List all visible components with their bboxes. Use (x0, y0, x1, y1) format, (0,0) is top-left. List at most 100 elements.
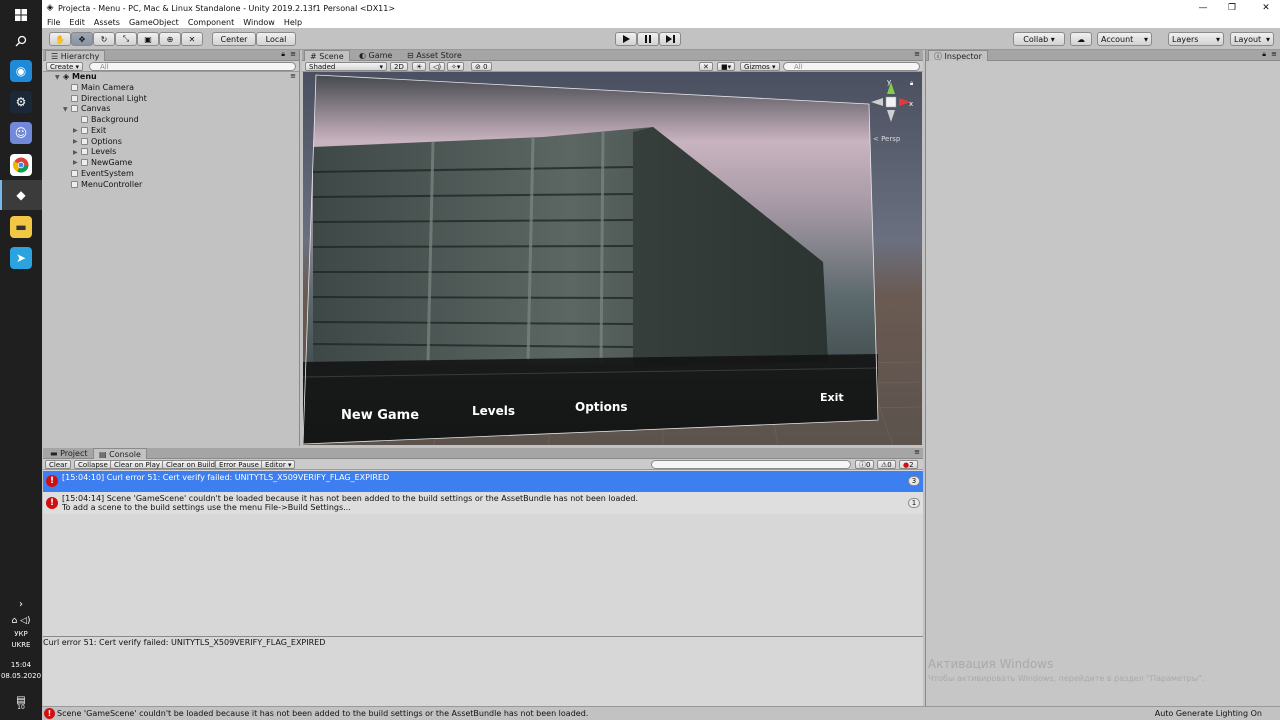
hidden-objects-toggle[interactable]: ⊘ 0 (471, 62, 492, 71)
expand-exit-icon[interactable]: ▶ (73, 127, 78, 134)
auto-lighting-status[interactable]: Auto Generate Lighting On (1155, 707, 1262, 720)
error-pause-toggle[interactable]: Error Pause (215, 460, 263, 469)
tree-item-eventsystem[interactable]: EventSystem (71, 169, 134, 179)
pause-button[interactable] (637, 32, 659, 46)
account-dropdown[interactable]: Account ▾ (1097, 32, 1152, 46)
tree-item-canvas[interactable]: Canvas (71, 104, 110, 114)
menu-gameobject[interactable]: GameObject (129, 18, 179, 27)
shading-mode-dropdown[interactable]: Shaded ▾ (305, 62, 387, 71)
lighting-toggle-icon[interactable]: ☀ (412, 62, 427, 71)
clock-time[interactable]: 15:04 (0, 661, 42, 670)
tab-scene[interactable]: # Scene (304, 50, 350, 61)
info-filter-toggle[interactable]: ⓘ0 (855, 460, 875, 469)
tab-asset-store[interactable]: ⊟ Asset Store (402, 50, 467, 61)
panel-menu-icon[interactable]: ≡ (914, 448, 920, 456)
panel-menu-icon[interactable]: ≡ (914, 50, 920, 58)
clear-button[interactable]: Clear (45, 460, 72, 469)
expand-canvas-icon[interactable]: ▼ (63, 106, 68, 113)
unity-icon[interactable]: ◆ (10, 184, 32, 206)
file-explorer-icon[interactable]: ▬ (10, 216, 32, 238)
transform-tool-icon[interactable]: ⊕ (159, 32, 181, 46)
pivot-center-button[interactable]: Center (212, 32, 256, 46)
menu-assets[interactable]: Assets (94, 18, 120, 27)
expand-scene-icon[interactable]: ▼ (55, 74, 60, 81)
expand-levels-icon[interactable]: ▶ (73, 149, 78, 156)
perspective-label[interactable]: < Persp (873, 135, 900, 143)
options-button[interactable]: Options (575, 400, 628, 414)
create-dropdown[interactable]: Create ▾ (46, 62, 83, 71)
tree-item-directional-light[interactable]: Directional Light (71, 94, 147, 104)
hand-tool-icon[interactable]: ✋ (49, 32, 71, 46)
expand-options-icon[interactable]: ▶ (73, 138, 78, 145)
panel-menu-icon[interactable]: ≡ (290, 50, 296, 58)
menu-component[interactable]: Component (188, 18, 234, 27)
tree-item-options[interactable]: Options (81, 137, 122, 147)
lock-icon[interactable]: 🔒︎ (1262, 50, 1266, 59)
gizmo-lock-icon[interactable]: 🔒︎ (910, 80, 913, 88)
console-log-entry[interactable]: ! [15:04:14] Scene 'GameScene' couldn't … (43, 492, 923, 514)
rotate-tool-icon[interactable]: ↻ (93, 32, 115, 46)
tools-icon[interactable]: ✕ (699, 62, 713, 71)
tree-item-levels[interactable]: Levels (81, 147, 116, 157)
error-filter-toggle[interactable]: ●2 (899, 460, 918, 469)
menu-file[interactable]: File (47, 18, 60, 27)
collab-button[interactable]: Collab ▾ (1013, 32, 1065, 46)
gizmos-dropdown[interactable]: Gizmos ▾ (740, 62, 780, 71)
console-search-input[interactable] (651, 460, 851, 469)
clear-on-build-toggle[interactable]: Clear on Build (162, 460, 220, 469)
scene-search-input[interactable]: All (783, 62, 920, 71)
layers-dropdown[interactable]: Layers ▾ (1168, 32, 1224, 46)
tab-project[interactable]: ▬ Project (45, 448, 92, 459)
menu-edit[interactable]: Edit (69, 18, 85, 27)
console-log-entry[interactable]: ! [15:04:10] Curl error 51: Cert verify … (43, 471, 923, 492)
search-icon[interactable] (10, 30, 32, 52)
effects-dropdown-icon[interactable]: ✧▾ (447, 62, 465, 71)
tab-hierarchy[interactable]: ☰ Hierarchy (45, 50, 106, 61)
expand-newgame-icon[interactable]: ▶ (73, 159, 78, 166)
windows-icon[interactable] (10, 4, 32, 26)
tree-item-main-camera[interactable]: Main Camera (71, 83, 134, 93)
chrome-icon[interactable] (10, 154, 32, 176)
scene-root[interactable]: ◈ Menu (63, 72, 97, 82)
lock-icon[interactable]: 🔒︎ (281, 50, 285, 59)
tab-inspector[interactable]: ⓘ Inspector (928, 50, 988, 61)
console-splitter[interactable] (43, 636, 923, 637)
chevron-up-icon[interactable]: › (0, 600, 42, 610)
camera-settings-icon[interactable]: ■▾ (717, 62, 736, 71)
pivot-local-button[interactable]: Local (256, 32, 296, 46)
tree-item-background[interactable]: Background (81, 115, 139, 125)
tab-console[interactable]: ▤ Console (93, 448, 147, 459)
editor-dropdown[interactable]: Editor ▾ (261, 460, 296, 469)
exit-button[interactable]: Exit (820, 391, 844, 404)
telegram-icon[interactable]: ➤ (10, 247, 32, 269)
tab-game[interactable]: ◐ Game (354, 50, 397, 61)
close-button[interactable]: ✕ (1252, 0, 1280, 16)
tree-item-menucontroller[interactable]: MenuController (71, 180, 142, 190)
collapse-toggle[interactable]: Collapse (74, 460, 112, 469)
play-button[interactable] (615, 32, 637, 46)
network-volume-icon[interactable]: ⌂ ◁) (0, 617, 42, 626)
rect-tool-icon[interactable]: ▣ (137, 32, 159, 46)
language-indicator[interactable]: УКР (0, 630, 42, 639)
steam-icon[interactable]: ⚙ (10, 91, 32, 113)
audio-toggle-icon[interactable]: ◁) (429, 62, 446, 71)
menu-window[interactable]: Window (243, 18, 275, 27)
custom-tool-icon[interactable]: ✕ (181, 32, 203, 46)
minimize-button[interactable]: — (1189, 0, 1217, 16)
tree-item-newgame[interactable]: NewGame (81, 158, 132, 168)
levels-button[interactable]: Levels (472, 404, 515, 418)
cloud-icon[interactable]: ☁ (1070, 32, 1092, 46)
scene-viewport[interactable]: New Game Levels Options Exit y x 🔒︎ < Pe… (303, 72, 922, 445)
discord-icon[interactable]: ☺ (10, 122, 32, 144)
menu-help[interactable]: Help (284, 18, 302, 27)
scene-menu-icon[interactable]: ≡ (290, 72, 296, 80)
panel-menu-icon[interactable]: ≡ (1271, 50, 1277, 58)
new-game-button[interactable]: New Game (341, 408, 419, 423)
move-tool-icon[interactable]: ✥ (71, 32, 93, 46)
tree-item-exit[interactable]: Exit (81, 126, 106, 136)
scale-tool-icon[interactable]: ⤡ (115, 32, 137, 46)
warning-filter-toggle[interactable]: ⚠0 (877, 460, 896, 469)
mode-2d-toggle[interactable]: 2D (390, 62, 408, 71)
hierarchy-search-input[interactable]: All (89, 62, 296, 71)
step-button[interactable] (659, 32, 681, 46)
